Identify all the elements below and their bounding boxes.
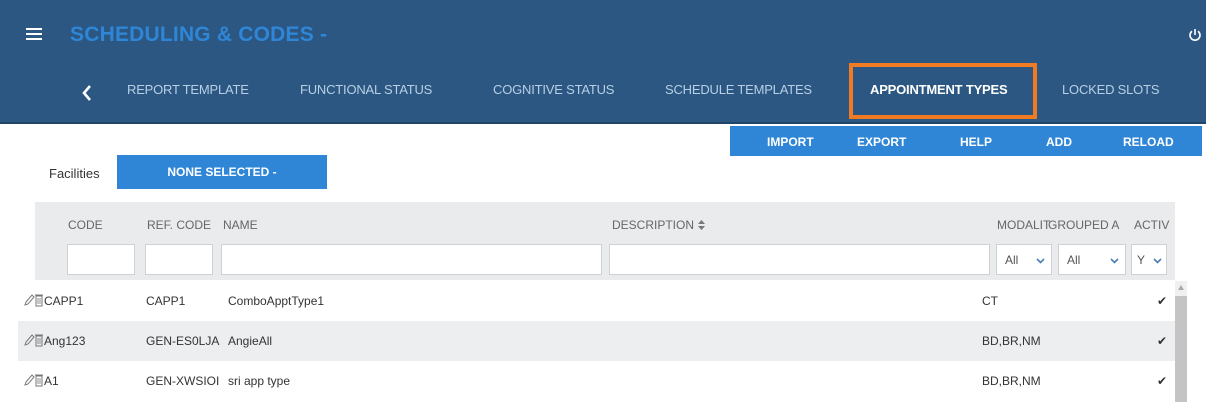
import-button[interactable]: IMPORT [767,135,814,149]
tab-locked-slots[interactable]: LOCKED SLOTS [1062,82,1159,97]
trash-icon [35,334,43,347]
active-filter-select[interactable]: Y [1131,244,1167,275]
grouped-filter-select[interactable]: All [1058,244,1126,275]
col-header-grouped[interactable]: GROUPED A [1048,218,1119,232]
code-filter-input[interactable] [67,244,135,275]
pencil-icon [24,294,35,306]
scroll-up-icon[interactable] [1178,285,1184,290]
row-modality: BD,BR,NM [982,374,1041,388]
table-row[interactable]: Ang123 GEN-ES0LJA AngieAll BD,BR,NM ✔ [18,321,1175,361]
reload-button[interactable]: RELOAD [1123,135,1174,149]
row-code: Ang123 [44,334,86,348]
active-check-icon: ✔ [1156,334,1167,348]
tab-functional-status[interactable]: FUNCTIONAL STATUS [300,82,432,97]
chevron-down-icon [1036,254,1045,268]
export-button[interactable]: EXPORT [857,135,906,149]
col-header-active[interactable]: ACTIV [1134,218,1169,232]
col-header-code[interactable]: CODE [68,218,103,232]
ref-code-filter-input[interactable] [145,244,213,275]
pencil-icon [24,334,35,346]
table-row[interactable]: A1 GEN-XWSIOI sri app type BD,BR,NM ✔ [18,361,1175,401]
add-button[interactable]: ADD [1046,135,1072,149]
row-actions [24,293,44,307]
active-check-icon: ✔ [1156,374,1167,388]
active-filter-value: Y [1137,253,1146,267]
tab-schedule-templates[interactable]: SCHEDULE TEMPLATES [665,82,812,97]
row-modality: CT [982,294,998,308]
row-ref-code: CAPP1 [146,294,186,308]
pencil-icon [24,374,35,386]
row-ref-code: GEN-XWSIOI [146,374,220,388]
col-header-ref-code[interactable]: REF. CODE [147,218,211,232]
name-filter-input[interactable] [221,244,602,275]
modality-filter-value: All [1005,253,1019,267]
active-tab-highlight [849,63,1037,119]
facilities-select[interactable]: NONE SELECTED - [117,155,327,189]
col-header-description[interactable]: DESCRIPTION [612,218,706,233]
trash-icon [35,294,43,307]
hamburger-icon[interactable] [26,28,42,40]
facilities-label: Facilities [49,166,100,181]
col-header-description-label: DESCRIPTION [612,218,695,232]
description-filter-input[interactable] [609,244,990,275]
table-row[interactable]: CAPP1 CAPP1 ComboApptType1 CT ✔ [18,281,1175,321]
tab-report-template[interactable]: REPORT TEMPLATE [127,82,249,97]
modality-filter-select[interactable]: All [996,244,1052,275]
sort-icon[interactable] [698,219,706,233]
chevron-down-icon [1153,254,1162,268]
tab-cognitive-status[interactable]: COGNITIVE STATUS [493,82,614,97]
trash-icon [35,374,43,387]
col-header-modality[interactable]: MODALIT [997,218,1050,232]
chevron-down-icon [1110,254,1119,268]
row-name: ComboApptType1 [228,294,325,308]
row-actions [24,373,44,387]
chevron-left-icon[interactable] [80,83,94,103]
grouped-filter-value: All [1067,253,1081,267]
row-code: CAPP1 [44,294,84,308]
row-actions [24,333,44,347]
scrollbar-thumb[interactable] [1175,296,1187,402]
active-check-icon: ✔ [1156,294,1167,308]
row-name: AngieAll [228,334,273,348]
col-header-name[interactable]: NAME [223,218,258,232]
app-title: SCHEDULING & CODES - [70,23,328,46]
row-code: A1 [44,374,59,388]
row-modality: BD,BR,NM [982,334,1041,348]
power-icon[interactable] [1188,28,1202,42]
row-ref-code: GEN-ES0LJA [146,334,220,348]
row-name: sri app type [228,374,291,388]
help-button[interactable]: HELP [960,135,992,149]
